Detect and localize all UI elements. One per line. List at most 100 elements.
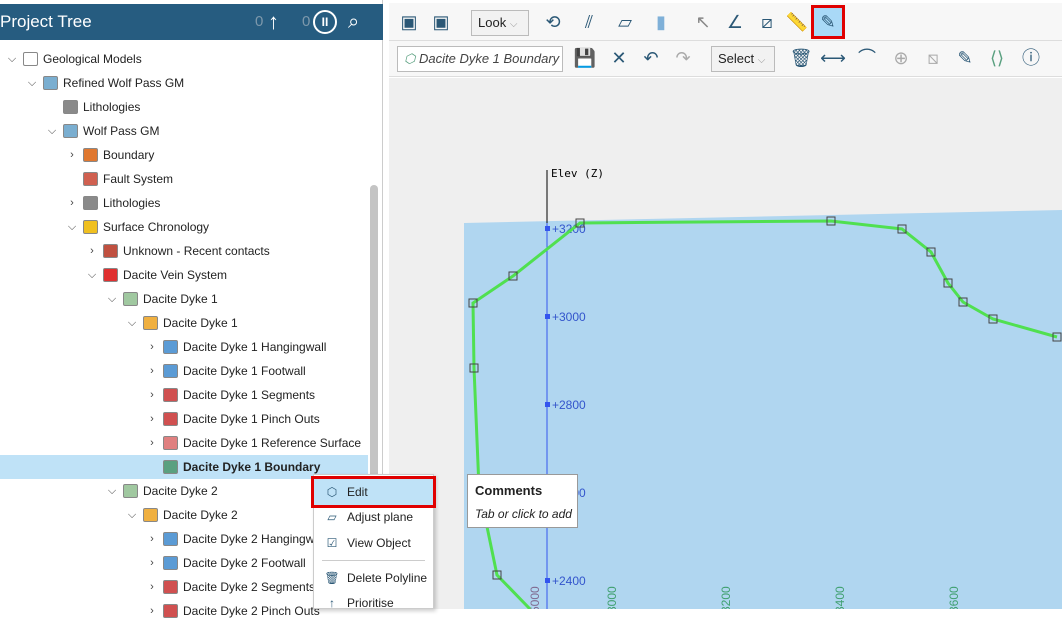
x-tick-label: 3400 — [833, 586, 847, 609]
object-icon — [83, 220, 98, 234]
chevron-down-icon[interactable]: ⌵ — [26, 71, 38, 95]
scene-viewport[interactable]: Elev (Z) +3200+3000+2800+2600+2400500030… — [389, 78, 1062, 613]
chevron-right-icon[interactable]: › — [146, 359, 158, 383]
plane-icon[interactable]: ▱ — [611, 8, 639, 36]
panel-title: Project Tree — [0, 12, 92, 31]
object-name-field[interactable]: ⬡ Dacite Dyke 1 Boundary — [397, 46, 563, 72]
tree-item[interactable]: › Dacite Dyke 1 Pinch Outs — [0, 407, 368, 431]
tree-item[interactable]: › Lithologies — [0, 191, 368, 215]
tree-item[interactable]: › Unknown - Recent contacts — [0, 239, 368, 263]
curve-segment-icon[interactable]: ⌒ — [853, 44, 881, 72]
trash-icon[interactable]: 🗑 — [787, 44, 815, 72]
save-icon[interactable]: 💾 — [571, 44, 599, 72]
chevron-right-icon[interactable]: › — [146, 599, 158, 623]
tree-item-label: Dacite Dyke 2 Segments — [183, 580, 316, 594]
menu-item[interactable]: ▱ Adjust plane — [314, 504, 433, 530]
tree-item[interactable]: Lithologies — [0, 95, 368, 119]
split-icon[interactable]: ⧅ — [919, 44, 947, 72]
arrow-up-icon[interactable]: ↑ — [268, 4, 279, 40]
tree-item-label: Dacite Dyke 1 — [163, 316, 238, 330]
merge-icon[interactable]: ⟨⟩ — [983, 44, 1011, 72]
tree-item[interactable]: ⌵ Dacite Vein System — [0, 263, 368, 287]
object-icon — [123, 292, 138, 306]
polyline-plane-icon[interactable]: ⧄ — [753, 8, 781, 36]
undo-icon[interactable]: ↶ — [637, 44, 665, 72]
edit-polyline-icon[interactable]: ✎ — [811, 5, 845, 39]
tree-item[interactable]: ⌵ Dacite Dyke 1 — [0, 311, 368, 335]
screenshot-icon[interactable]: ▣ — [395, 8, 423, 36]
draw-line-icon[interactable]: ∠ — [721, 8, 749, 36]
draw-polyline-icon[interactable]: ✎ — [951, 44, 979, 72]
plane-icon: ▱ — [327, 510, 337, 524]
draw-plane-icon[interactable]: ⫽ — [575, 8, 603, 36]
tree-item[interactable]: Fault System — [0, 167, 368, 191]
context-menu: ⬡ Edit ▱ Adjust plane ☑ View Object 🗑 Delete Po… — [311, 474, 436, 610]
scene-canvas[interactable]: Elev (Z) +3200+3000+2800+2600+2400500030… — [389, 78, 1062, 613]
chevron-down-icon[interactable]: ⌵ — [46, 119, 58, 143]
object-icon — [143, 316, 158, 330]
tree-item-label: Dacite Vein System — [123, 268, 228, 282]
chevron-right-icon[interactable]: › — [146, 335, 158, 359]
slice-icon[interactable]: ▮ — [647, 8, 675, 36]
menu-item[interactable]: ☑ View Object — [314, 530, 433, 556]
elev-tick-mark — [545, 314, 550, 319]
tree-item[interactable]: › Dacite Dyke 1 Hangingwall — [0, 335, 368, 359]
chevron-right-icon[interactable]: › — [146, 551, 158, 575]
object-icon — [83, 148, 98, 162]
chevron-down-icon[interactable]: ⌵ — [66, 215, 78, 239]
menu-item-label: Adjust plane — [347, 510, 414, 524]
polyline-icon: ⬡ — [326, 485, 338, 499]
chevron-right-icon[interactable]: › — [66, 143, 78, 167]
chevron-down-icon[interactable]: ⌵ — [126, 311, 138, 335]
object-icon — [163, 460, 178, 474]
tree-item[interactable]: ⌵ Wolf Pass GM — [0, 119, 368, 143]
object-icon — [163, 436, 178, 450]
chevron-right-icon[interactable]: › — [66, 191, 78, 215]
tree-item[interactable]: ⌵ Geological Models — [0, 47, 368, 71]
close-icon[interactable]: ✕ — [605, 44, 633, 72]
search-icon[interactable]: ⌕ — [348, 4, 359, 40]
rotate-plane-icon[interactable]: ⟲ — [539, 8, 567, 36]
tree-item-label: Geological Models — [43, 52, 142, 66]
menu-item[interactable]: ⬡ Edit — [311, 476, 436, 508]
elev-tick-label: +2400 — [552, 574, 586, 588]
tree-item[interactable]: › Dacite Dyke 1 Reference Surface — [0, 431, 368, 455]
tree-item[interactable]: › Boundary — [0, 143, 368, 167]
redo-icon[interactable]: ↷ — [669, 44, 697, 72]
pause-icon[interactable]: II — [313, 10, 337, 34]
chevron-right-icon[interactable]: › — [146, 383, 158, 407]
chevron-down-icon[interactable]: ⌵ — [106, 479, 118, 503]
straight-segment-icon[interactable]: ⟷ — [819, 44, 847, 72]
tree-item[interactable]: › Dacite Dyke 1 Footwall — [0, 359, 368, 383]
menu-item[interactable]: 🗑 Delete Polyline — [314, 565, 433, 591]
select-cursor-icon[interactable]: ↖ — [689, 8, 717, 36]
chevron-right-icon[interactable]: › — [86, 239, 98, 263]
tree-item[interactable]: ⌵ Dacite Dyke 1 — [0, 287, 368, 311]
tree-item[interactable]: ⌵ Surface Chronology — [0, 215, 368, 239]
tree-item-label: Dacite Dyke 2 — [143, 484, 218, 498]
chevron-down-icon[interactable]: ⌵ — [126, 503, 138, 527]
tree-item-label: Dacite Dyke 1 Reference Surface — [183, 436, 362, 450]
view-mode-select[interactable]: Look ⌵ — [471, 10, 529, 36]
menu-item[interactable]: ↑ Prioritise — [314, 590, 433, 616]
tree-item-label: Dacite Dyke 1 Segments — [183, 388, 316, 402]
view-mode-value: Look — [478, 15, 507, 30]
clear-scene-icon[interactable]: ▣ — [427, 8, 455, 36]
add-point-icon[interactable]: ⊕ — [887, 44, 915, 72]
chevron-down-icon[interactable]: ⌵ — [6, 47, 18, 71]
tree-item-label: Unknown - Recent contacts — [123, 244, 270, 258]
chevron-right-icon[interactable]: › — [146, 407, 158, 431]
select-mode-select[interactable]: Select ⌵ — [711, 46, 775, 72]
chevron-down-icon[interactable]: ⌵ — [86, 263, 98, 287]
chevron-down-icon[interactable]: ⌵ — [106, 287, 118, 311]
tree-item[interactable]: ⌵ Refined Wolf Pass GM — [0, 71, 368, 95]
elev-tick-mark — [545, 226, 550, 231]
chevron-right-icon[interactable]: › — [146, 527, 158, 551]
chevron-right-icon[interactable]: › — [146, 431, 158, 455]
x-tick-label: 3600 — [947, 586, 961, 609]
help-icon[interactable]: ⓘ — [1017, 44, 1045, 72]
chevron-right-icon[interactable]: › — [146, 575, 158, 599]
object-icon — [163, 340, 178, 354]
ruler-icon[interactable]: 📏 — [783, 8, 811, 36]
tree-item[interactable]: › Dacite Dyke 1 Segments — [0, 383, 368, 407]
